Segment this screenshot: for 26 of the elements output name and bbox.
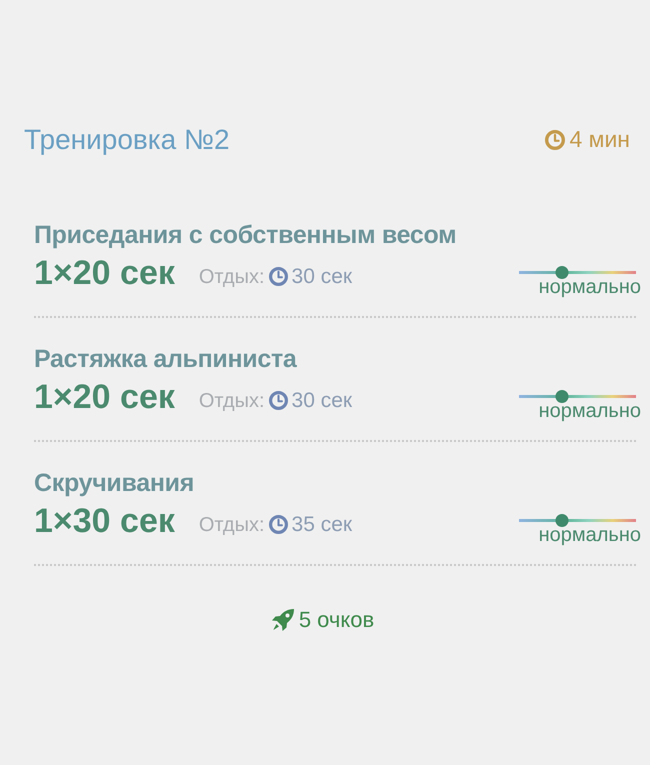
clock-icon — [545, 130, 566, 150]
rest-time: 35 сек — [292, 512, 352, 538]
rest-label: Отдых: — [198, 388, 265, 414]
intensity-label: нормально — [538, 525, 641, 546]
rest-time: 30 сек — [292, 264, 352, 290]
rest-time: 30 сек — [292, 388, 352, 414]
duration-text: 4 мин — [569, 126, 630, 154]
exercise-name: Растяжка альпиниста — [34, 344, 298, 374]
slider-thumb[interactable] — [556, 390, 569, 404]
clock-icon — [268, 515, 288, 534]
workout-title: Тренировка №2 — [24, 124, 230, 156]
intensity-label: нормально — [538, 277, 641, 298]
rest-label: Отдых: — [198, 512, 265, 538]
slider-thumb[interactable] — [556, 514, 569, 528]
intensity-label: нормально — [538, 401, 641, 422]
clock-icon — [268, 267, 288, 286]
rocket-icon — [270, 608, 295, 632]
rest-label: Отдых: — [198, 264, 265, 290]
exercise-name: Скручивания — [34, 468, 195, 498]
sets-text: 1×30 сек — [34, 501, 175, 542]
points-text: 5 очков — [298, 606, 374, 634]
sets-text: 1×20 сек — [34, 253, 175, 294]
sets-text: 1×20 сек — [34, 377, 175, 418]
exercise-name: Приседания с собственным весом — [34, 220, 458, 250]
clock-icon — [268, 391, 288, 410]
slider-thumb[interactable] — [556, 266, 569, 280]
